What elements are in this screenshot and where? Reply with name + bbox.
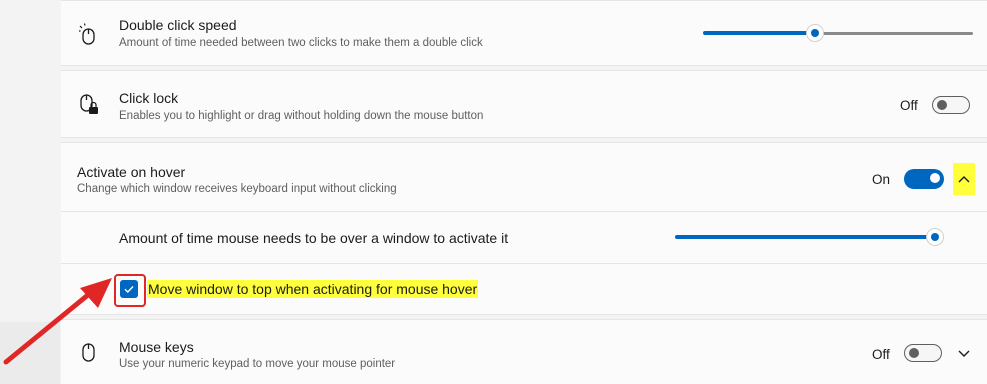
double-click-speed-description: Amount of time needed between two clicks… [119,37,483,49]
click-lock-state-label: Off [900,98,918,113]
hover-time-label: Amount of time mouse needs to be over a … [119,230,509,246]
activate-on-hover-description: Change which window receives keyboard in… [77,183,397,195]
chevron-down-icon[interactable] [955,344,973,362]
click-lock-description: Enables you to highlight or drag without… [119,110,484,122]
click-lock-toggle[interactable] [932,96,970,114]
slider-track [823,31,973,35]
mouse-keys-card[interactable]: Mouse keys Use your numeric keypad to mo… [61,319,987,384]
move-to-top-label: Move window to top when activating for m… [147,280,479,298]
click-lock-card[interactable]: Click lock Enables you to highlight or d… [61,70,987,138]
click-lock-title: Click lock [119,90,179,106]
double-click-speed-title: Double click speed [119,17,237,33]
annotation-arrow [3,278,112,365]
collapse-button[interactable] [953,163,975,195]
double-click-speed-card: Double click speed Amount of time needed… [61,0,987,66]
mouse-keys-state-label: Off [872,347,890,362]
chevron-up-icon [958,176,970,183]
mouse-keys-toggle[interactable] [904,344,942,362]
activate-on-hover-card[interactable]: Activate on hover Change which window re… [61,142,987,212]
move-to-top-row[interactable]: Move window to top when activating for m… [61,263,987,315]
activate-on-hover-toggle[interactable] [904,169,944,189]
hover-time-row: Amount of time mouse needs to be over a … [61,211,987,264]
mouse-click-icon [79,23,95,45]
slider-fill [675,235,931,239]
mouse-keys-title: Mouse keys [119,339,194,355]
double-click-speed-slider[interactable] [703,23,973,43]
slider-thumb[interactable] [807,25,823,41]
slider-thumb[interactable] [927,229,943,245]
activate-on-hover-title: Activate on hover [77,164,186,180]
mouse-lock-icon [80,94,98,114]
mouse-keys-description: Use your numeric keypad to move your mou… [119,358,396,370]
activate-on-hover-state-label: On [872,172,891,187]
hover-time-slider[interactable] [675,227,943,247]
slider-fill [703,31,811,35]
